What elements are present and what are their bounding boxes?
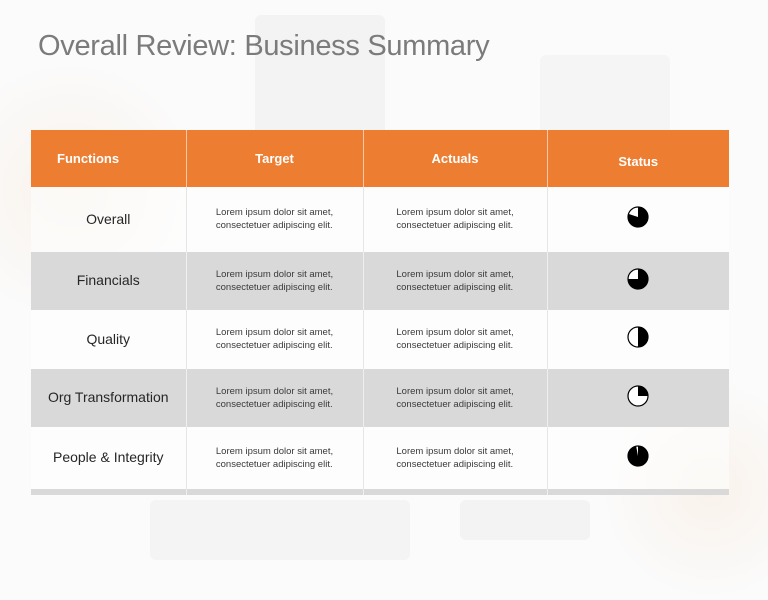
background-shape	[150, 500, 410, 560]
target-text: Lorem ipsum dolor sit amet, consectetuer …	[215, 385, 334, 410]
function-cell: Financials	[31, 252, 186, 310]
harvey-ball-fill	[638, 327, 649, 347]
function-cell: Org Transformation	[31, 369, 186, 427]
column-header-functions: Functions	[31, 130, 186, 187]
function-name: People & Integrity	[52, 449, 164, 465]
actuals-text: Lorem ipsum dolor sit amet, consectetuer …	[396, 268, 514, 293]
table-row: People & Integrity Lorem ipsum dolor sit…	[31, 427, 729, 489]
harvey-ball-icon	[627, 326, 649, 348]
harvey-ball-icon	[627, 206, 649, 228]
function-name: Financials	[76, 272, 140, 288]
function-cell: Quality	[31, 310, 186, 369]
table-row: Overall Lorem ipsum dolor sit amet, conse…	[31, 187, 729, 252]
column-header-actuals: Actuals	[362, 130, 547, 187]
function-cell: Overall	[31, 187, 186, 252]
business-summary-table: Functions Target Actuals Status Overall …	[31, 130, 729, 495]
background-shape	[540, 55, 670, 135]
function-name: Quality	[86, 330, 131, 347]
slide-title: Overall Review: Business Summary	[38, 30, 490, 62]
table-footer-strip	[31, 489, 729, 495]
table-row: Quality Lorem ipsum dolor sit amet, conse…	[31, 310, 729, 369]
harvey-ball-fill	[638, 385, 649, 396]
status-cell	[546, 252, 729, 310]
footer-cell	[546, 489, 729, 495]
target-text: Lorem ipsum dolor sit amet, consectetuer …	[215, 445, 334, 470]
actuals-text: Lorem ipsum dolor sit amet, consectetuer …	[396, 385, 514, 410]
target-text: Lorem ipsum dolor sit amet, consectetuer …	[215, 268, 334, 293]
status-cell	[546, 427, 729, 489]
harvey-ball-icon	[627, 267, 649, 290]
target-cell: Lorem ipsum dolor sit amet, consectetuer …	[185, 427, 363, 489]
actuals-text: Lorem ipsum dolor sit amet, consectetuer …	[396, 327, 514, 351]
target-cell: Lorem ipsum dolor sit amet, consectetuer …	[185, 187, 363, 252]
actuals-cell: Lorem ipsum dolor sit amet, consectetuer …	[362, 310, 547, 369]
actuals-cell: Lorem ipsum dolor sit amet, consectetuer …	[362, 252, 547, 310]
harvey-ball-icon	[627, 384, 649, 407]
target-cell: Lorem ipsum dolor sit amet, consectetuer …	[185, 369, 363, 427]
actuals-text: Lorem ipsum dolor sit amet, consectetuer …	[396, 207, 514, 231]
actuals-text: Lorem ipsum dolor sit amet, consectetuer …	[396, 445, 514, 470]
footer-cell	[185, 489, 363, 495]
actuals-cell: Lorem ipsum dolor sit amet, consectetuer …	[362, 369, 547, 427]
table-row: Financials Lorem ipsum dolor sit amet, co…	[31, 252, 729, 310]
actuals-cell: Lorem ipsum dolor sit amet, consectetuer …	[362, 187, 547, 252]
function-cell: People & Integrity	[31, 427, 186, 489]
function-name: Overall	[86, 210, 131, 227]
target-cell: Lorem ipsum dolor sit amet, consectetuer …	[185, 252, 363, 310]
function-name: Org Transformation	[47, 389, 169, 405]
status-cell	[546, 187, 729, 252]
status-cell	[546, 369, 729, 427]
table-header-row: Functions Target Actuals Status	[31, 130, 729, 187]
footer-cell	[31, 489, 186, 495]
status-cell	[546, 310, 729, 369]
table-row: Org Transformation Lorem ipsum dolor sit…	[31, 369, 729, 427]
harvey-ball-icon	[627, 444, 649, 467]
target-text: Lorem ipsum dolor sit amet, consectetuer …	[215, 207, 334, 231]
background-shape	[460, 500, 590, 540]
target-text: Lorem ipsum dolor sit amet, consectetuer …	[215, 327, 334, 351]
footer-cell	[362, 489, 547, 495]
target-cell: Lorem ipsum dolor sit amet, consectetuer …	[185, 310, 363, 369]
actuals-cell: Lorem ipsum dolor sit amet, consectetuer …	[362, 427, 547, 489]
harvey-ball-fill	[628, 445, 649, 466]
column-header-target: Target	[185, 130, 363, 187]
column-header-status: Status	[546, 130, 729, 187]
